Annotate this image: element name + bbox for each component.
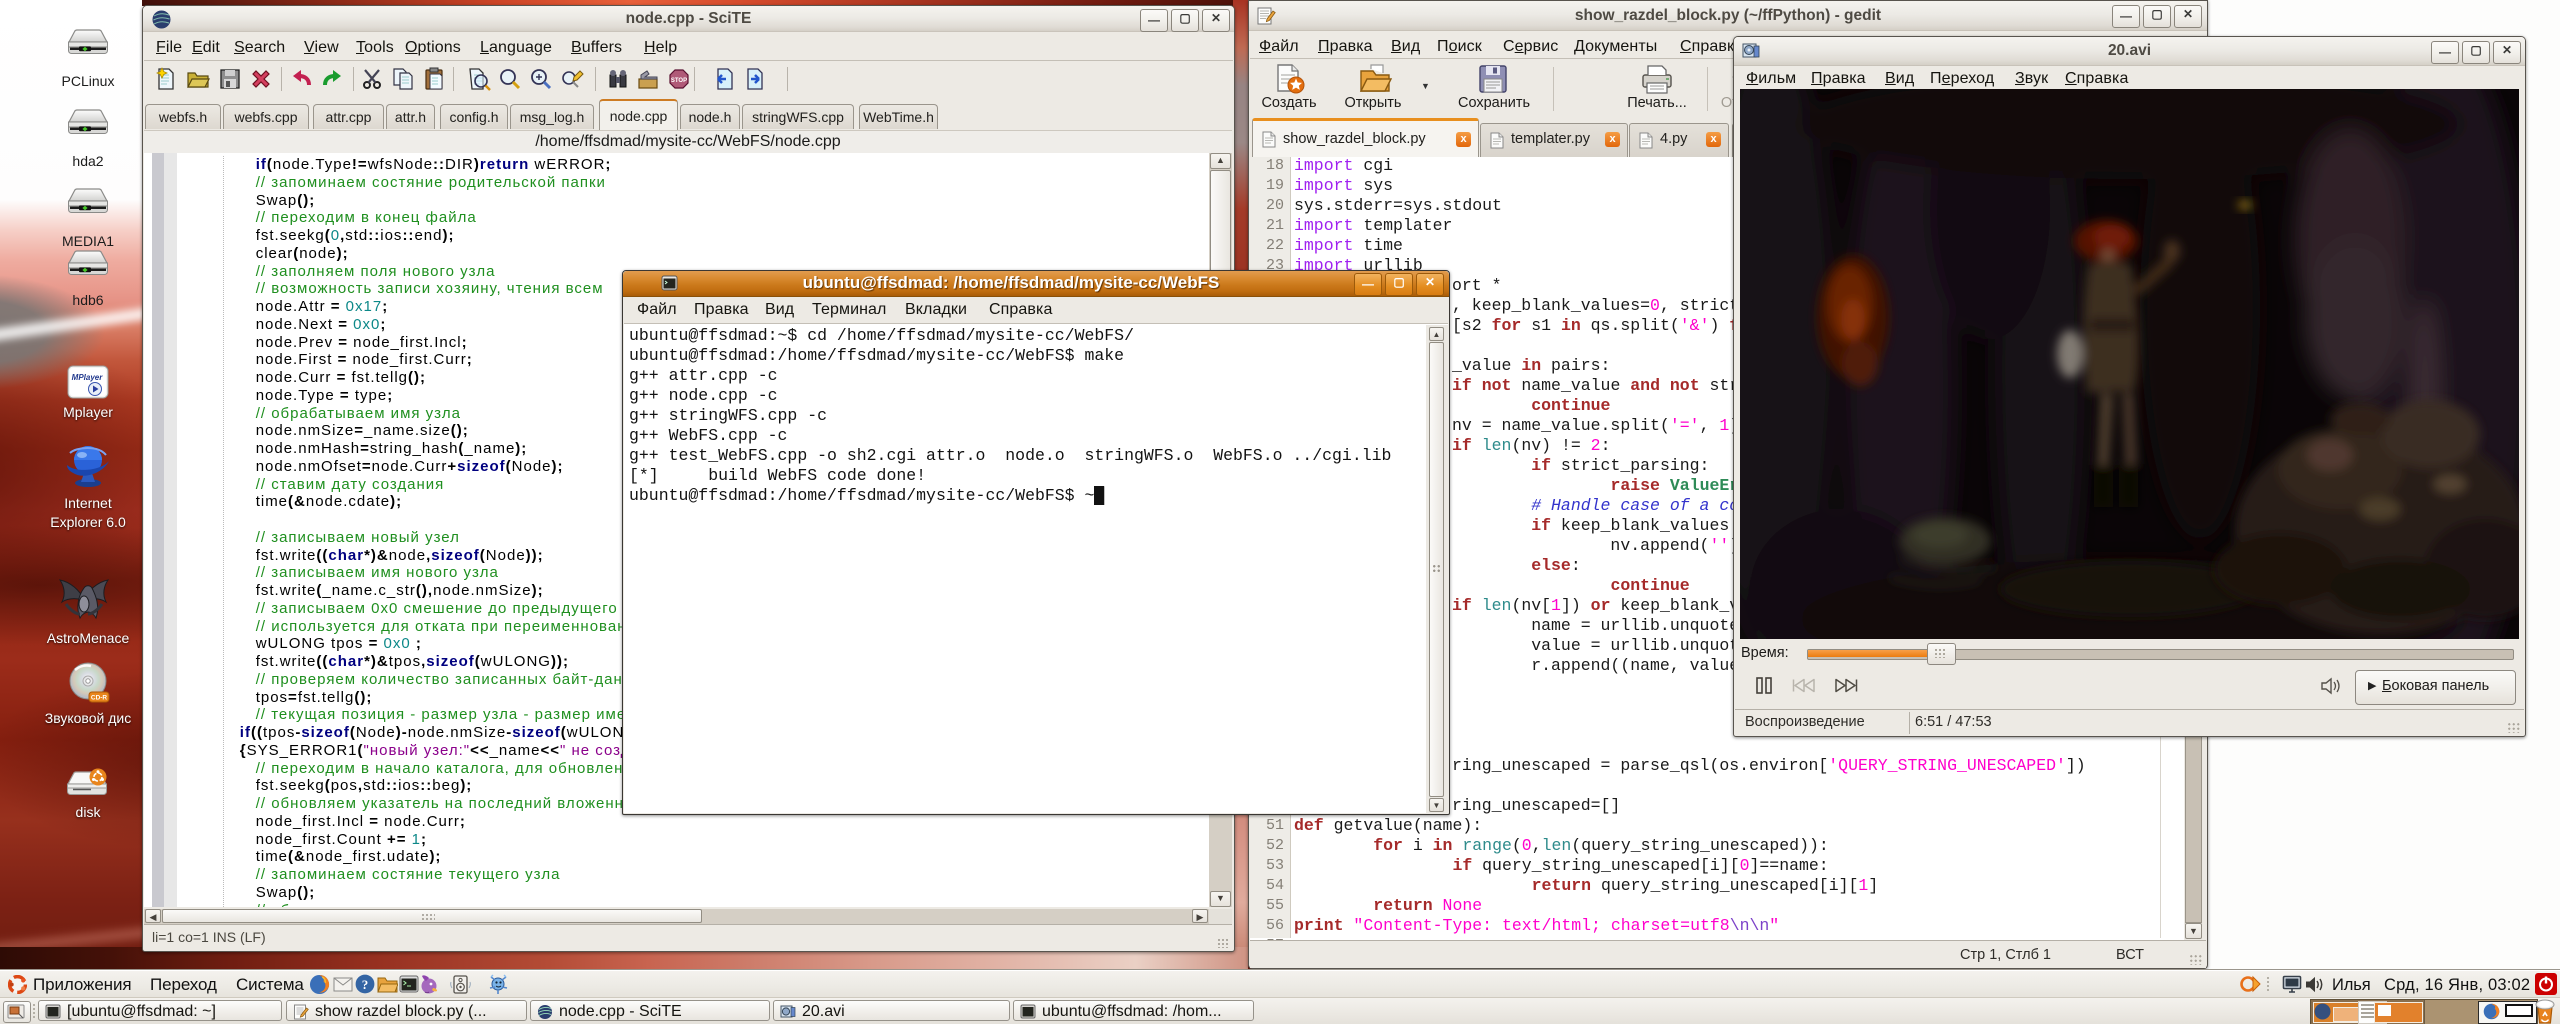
svg-text:MPlayer: MPlayer (72, 373, 104, 382)
svg-text:?: ? (362, 977, 369, 992)
svg-text:CD-R: CD-R (91, 695, 108, 702)
svg-text:STOP: STOP (671, 78, 687, 84)
